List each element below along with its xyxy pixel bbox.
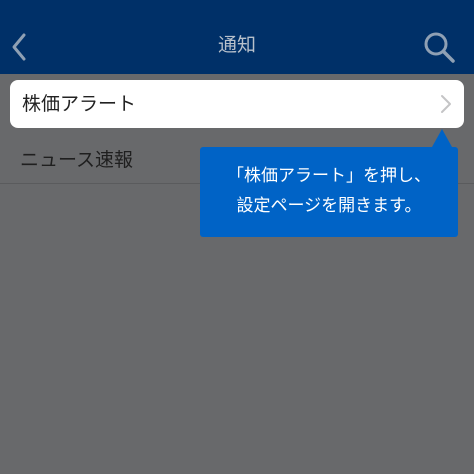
page-title: 通知 <box>217 34 256 56</box>
chevron-right-icon <box>441 95 451 113</box>
tooltip-arrow <box>432 129 452 147</box>
search-icon[interactable] <box>422 30 456 64</box>
tooltip-text: 「株価アラート」を押し、 設定ページを開きます。 <box>227 166 431 216</box>
list-item-label: ニュース速報 <box>20 149 134 171</box>
settings-list: 株価アラート ニュース速報 <box>0 74 474 474</box>
nav-bar: 通知 <box>0 0 474 74</box>
list-item-stock-alert[interactable]: 株価アラート <box>10 80 464 128</box>
list-item-label: 株価アラート <box>22 93 137 115</box>
instruction-tooltip: 「株価アラート」を押し、 設定ページを開きます。 <box>200 129 458 237</box>
